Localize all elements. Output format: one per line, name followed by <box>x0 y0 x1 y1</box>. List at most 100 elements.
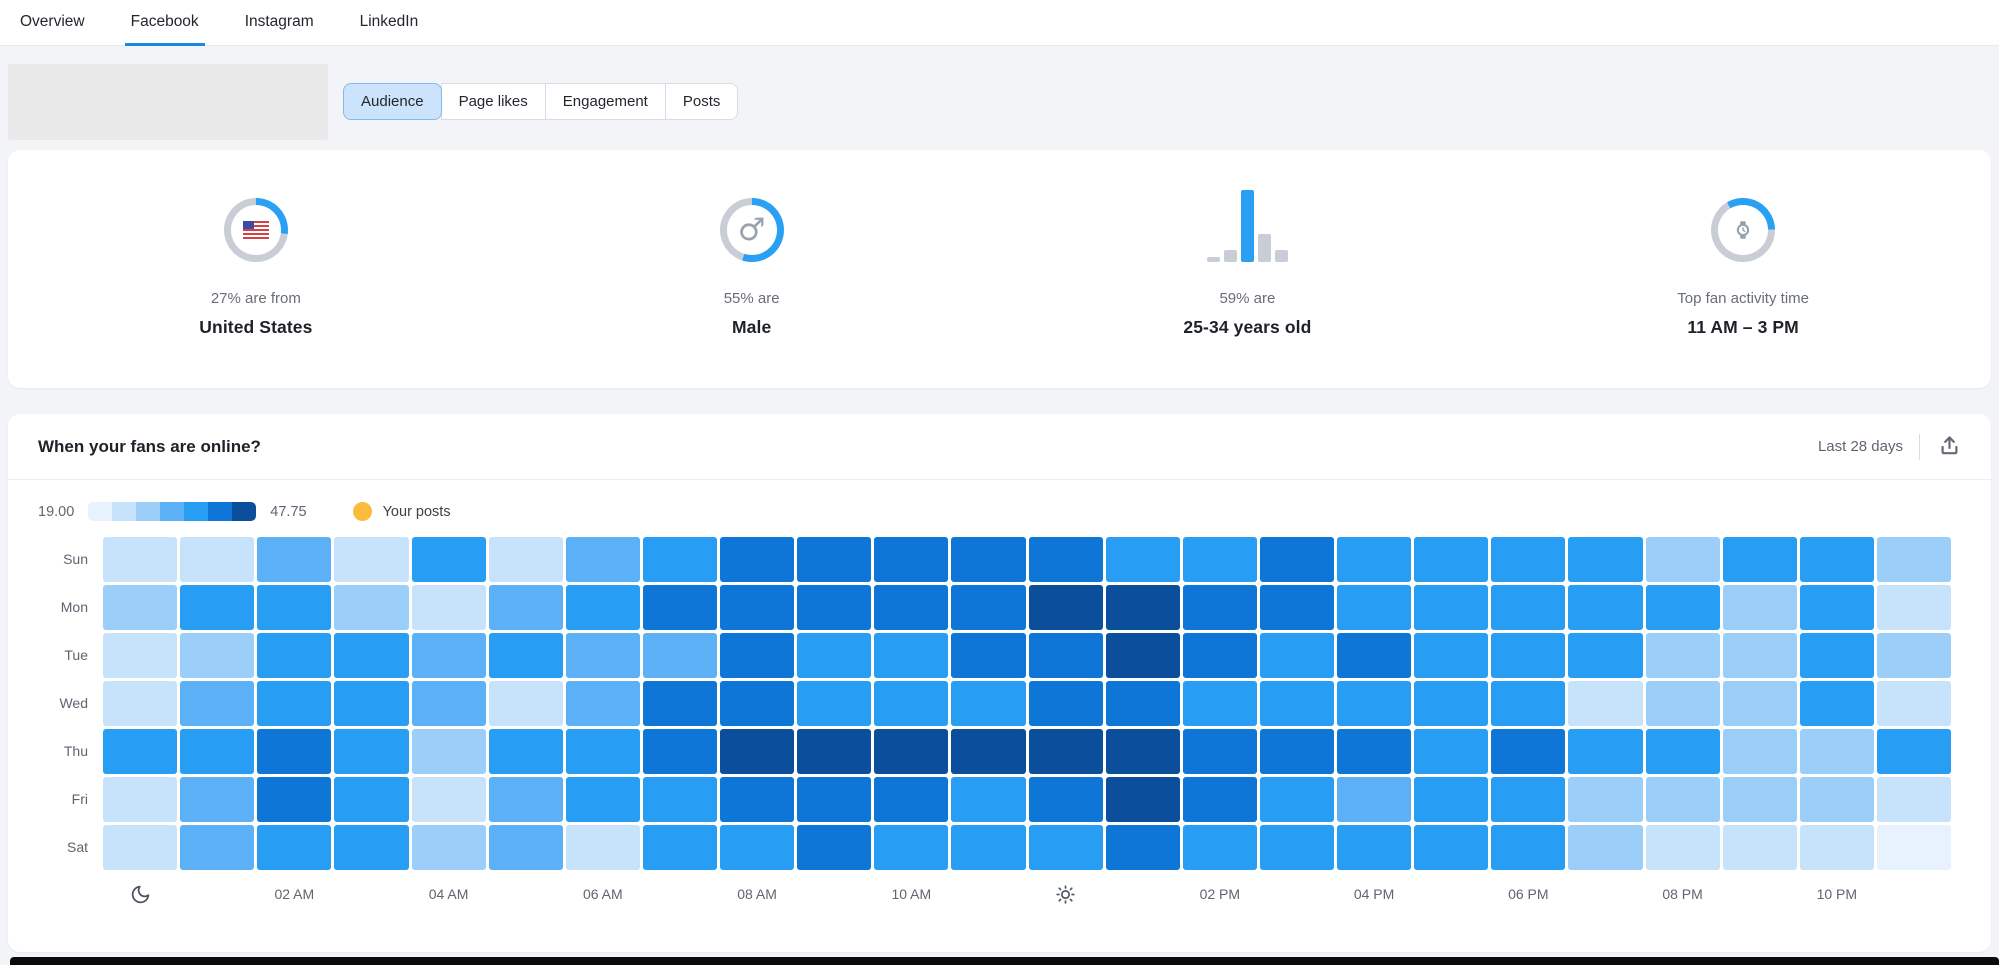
heatmap-cell[interactable] <box>1183 633 1257 678</box>
heatmap-cell[interactable] <box>1877 633 1951 678</box>
heatmap-cell[interactable] <box>180 825 254 870</box>
heatmap-cell[interactable] <box>412 729 486 774</box>
heatmap-cell[interactable] <box>643 585 717 630</box>
heatmap-cell[interactable] <box>1877 729 1951 774</box>
heatmap-cell[interactable] <box>1877 537 1951 582</box>
heatmap-cell[interactable] <box>1414 537 1488 582</box>
heatmap-cell[interactable] <box>1029 681 1103 726</box>
heatmap-cell[interactable] <box>1029 777 1103 822</box>
heatmap-cell[interactable] <box>1800 825 1874 870</box>
heatmap-cell[interactable] <box>1337 777 1411 822</box>
heatmap-cell[interactable] <box>1800 537 1874 582</box>
heatmap-cell[interactable] <box>797 681 871 726</box>
heatmap-cell[interactable] <box>257 681 331 726</box>
heatmap-cell[interactable] <box>412 777 486 822</box>
heatmap-cell[interactable] <box>1260 777 1334 822</box>
heatmap-cell[interactable] <box>1260 537 1334 582</box>
heatmap-cell[interactable] <box>489 633 563 678</box>
heatmap-cell[interactable] <box>1183 825 1257 870</box>
heatmap-cell[interactable] <box>180 537 254 582</box>
heatmap-cell[interactable] <box>334 585 408 630</box>
heatmap-cell[interactable] <box>951 681 1025 726</box>
report-tab-engagement[interactable]: Engagement <box>545 83 666 120</box>
heatmap-cell[interactable] <box>1491 777 1565 822</box>
heatmap-cell[interactable] <box>1029 585 1103 630</box>
heatmap-cell[interactable] <box>720 681 794 726</box>
report-tab-audience[interactable]: Audience <box>343 83 442 120</box>
heatmap-cell[interactable] <box>1723 633 1797 678</box>
heatmap-cell[interactable] <box>874 633 948 678</box>
heatmap-cell[interactable] <box>1260 633 1334 678</box>
heatmap-cell[interactable] <box>1646 825 1720 870</box>
heatmap-cell[interactable] <box>1491 537 1565 582</box>
heatmap-cell[interactable] <box>334 537 408 582</box>
heatmap-cell[interactable] <box>1491 729 1565 774</box>
heatmap-cell[interactable] <box>1568 825 1642 870</box>
heatmap-cell[interactable] <box>1646 585 1720 630</box>
heatmap-cell[interactable] <box>1723 537 1797 582</box>
heatmap-cell[interactable] <box>1723 825 1797 870</box>
heatmap-cell[interactable] <box>643 537 717 582</box>
heatmap-cell[interactable] <box>180 585 254 630</box>
heatmap-cell[interactable] <box>1800 681 1874 726</box>
nav-tab-facebook[interactable]: Facebook <box>125 0 205 46</box>
heatmap-cell[interactable] <box>566 633 640 678</box>
heatmap-cell[interactable] <box>874 585 948 630</box>
heatmap-cell[interactable] <box>566 585 640 630</box>
heatmap-cell[interactable] <box>797 825 871 870</box>
heatmap-cell[interactable] <box>951 825 1025 870</box>
heatmap-cell[interactable] <box>951 633 1025 678</box>
heatmap-cell[interactable] <box>489 681 563 726</box>
heatmap-cell[interactable] <box>334 777 408 822</box>
heatmap-cell[interactable] <box>334 681 408 726</box>
heatmap-cell[interactable] <box>797 633 871 678</box>
heatmap-cell[interactable] <box>103 777 177 822</box>
heatmap-cell[interactable] <box>1646 777 1720 822</box>
heatmap-cell[interactable] <box>1646 729 1720 774</box>
heatmap-cell[interactable] <box>412 537 486 582</box>
heatmap-cell[interactable] <box>334 825 408 870</box>
heatmap-cell[interactable] <box>720 585 794 630</box>
nav-tab-linkedin[interactable]: LinkedIn <box>354 0 425 46</box>
heatmap-cell[interactable] <box>1029 729 1103 774</box>
heatmap-cell[interactable] <box>1260 585 1334 630</box>
heatmap-cell[interactable] <box>566 825 640 870</box>
heatmap-cell[interactable] <box>103 633 177 678</box>
heatmap-cell[interactable] <box>257 633 331 678</box>
heatmap-cell[interactable] <box>1260 825 1334 870</box>
heatmap-cell[interactable] <box>1337 633 1411 678</box>
heatmap-cell[interactable] <box>257 585 331 630</box>
heatmap-cell[interactable] <box>1877 777 1951 822</box>
heatmap-cell[interactable] <box>1106 537 1180 582</box>
heatmap-cell[interactable] <box>1106 825 1180 870</box>
heatmap-cell[interactable] <box>874 777 948 822</box>
heatmap-cell[interactable] <box>643 681 717 726</box>
heatmap-cell[interactable] <box>103 729 177 774</box>
heatmap-cell[interactable] <box>103 585 177 630</box>
heatmap-cell[interactable] <box>1723 681 1797 726</box>
heatmap-cell[interactable] <box>1414 729 1488 774</box>
heatmap-cell[interactable] <box>1183 681 1257 726</box>
heatmap-cell[interactable] <box>1800 585 1874 630</box>
report-tab-posts[interactable]: Posts <box>665 83 739 120</box>
heatmap-cell[interactable] <box>874 825 948 870</box>
heatmap-cell[interactable] <box>1568 729 1642 774</box>
heatmap-cell[interactable] <box>1029 537 1103 582</box>
heatmap-cell[interactable] <box>180 681 254 726</box>
heatmap-cell[interactable] <box>1106 777 1180 822</box>
heatmap-cell[interactable] <box>951 585 1025 630</box>
heatmap-cell[interactable] <box>951 729 1025 774</box>
heatmap-cell[interactable] <box>1106 729 1180 774</box>
heatmap-cell[interactable] <box>1260 681 1334 726</box>
heatmap-cell[interactable] <box>412 825 486 870</box>
heatmap-cell[interactable] <box>1260 729 1334 774</box>
heatmap-cell[interactable] <box>1646 537 1720 582</box>
heatmap-cell[interactable] <box>797 585 871 630</box>
heatmap-cell[interactable] <box>720 633 794 678</box>
heatmap-cell[interactable] <box>1337 585 1411 630</box>
report-tab-page-likes[interactable]: Page likes <box>441 83 546 120</box>
heatmap-cell[interactable] <box>566 777 640 822</box>
heatmap-cell[interactable] <box>1491 585 1565 630</box>
heatmap-cell[interactable] <box>412 633 486 678</box>
heatmap-cell[interactable] <box>1800 729 1874 774</box>
